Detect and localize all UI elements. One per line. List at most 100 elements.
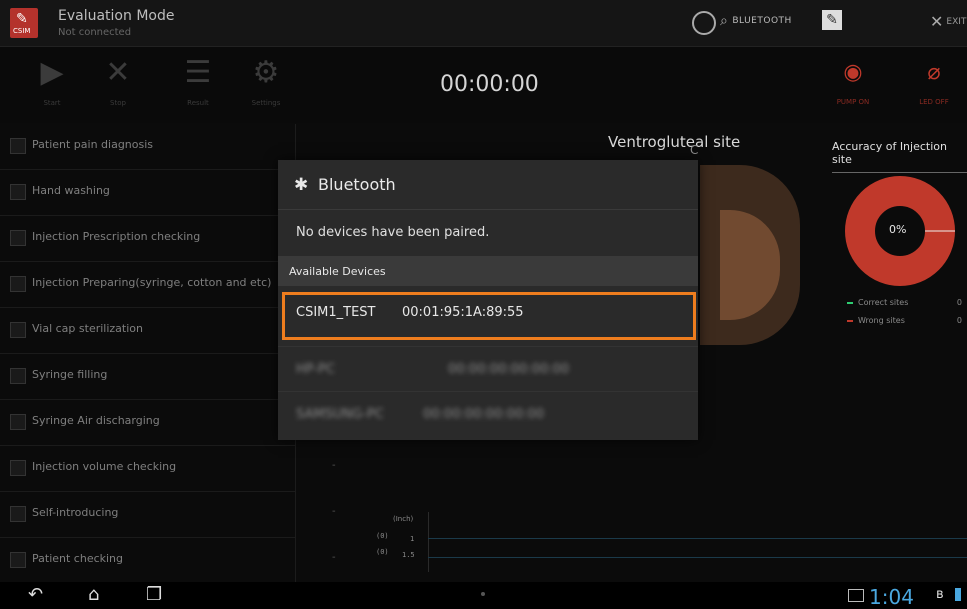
graph-row-right: 1.5 bbox=[402, 551, 415, 559]
device-address: 00:00:00:00:00:00 bbox=[448, 362, 570, 377]
checklist-row[interactable]: Patient checking - bbox=[0, 538, 336, 584]
close-icon: ✕ bbox=[930, 12, 944, 31]
connection-indicator-icon bbox=[692, 11, 716, 35]
led-off-button[interactable]: ⌀ LED OFF bbox=[909, 58, 959, 106]
legend-label: Wrong sites bbox=[858, 316, 905, 325]
gear-icon: ⚙ bbox=[252, 55, 280, 90]
connection-status: Not connected bbox=[58, 27, 132, 38]
checklist-label: Injection Preparing(syringe, cotton and … bbox=[32, 276, 272, 289]
graph-row-left: (0) bbox=[376, 532, 389, 540]
checkbox[interactable] bbox=[10, 276, 26, 292]
checkbox[interactable] bbox=[10, 322, 26, 338]
logo-text: CSIM bbox=[13, 27, 31, 35]
accuracy-title: Accuracy of Injection site bbox=[832, 140, 967, 173]
legend-value: 0 bbox=[956, 298, 962, 307]
list-icon: ☰ bbox=[184, 55, 212, 90]
stop-button[interactable]: ✕ Stop bbox=[88, 55, 148, 107]
checklist-row[interactable]: Syringe Air discharging bbox=[0, 400, 295, 446]
led-off-icon: ⌀ bbox=[927, 60, 941, 85]
correct-swatch bbox=[847, 301, 853, 304]
graph-unit: (Inch) bbox=[393, 515, 414, 523]
checkbox[interactable] bbox=[10, 138, 26, 154]
no-devices-message: No devices have been paired. bbox=[296, 225, 490, 240]
gallery-icon[interactable] bbox=[848, 589, 864, 602]
site-title: Ventrogluteal site bbox=[608, 133, 741, 151]
checklist-value: - bbox=[332, 552, 336, 563]
bluetooth-button-label: BLUETOOTH bbox=[732, 16, 792, 26]
bluetooth-button[interactable]: ⌕ BLUETOOTH bbox=[720, 13, 792, 29]
checklist-label: Patient pain diagnosis bbox=[32, 138, 154, 151]
checklist-label: Hand washing bbox=[32, 184, 110, 197]
checkbox[interactable] bbox=[10, 184, 26, 200]
checklist-label: Patient checking bbox=[32, 552, 124, 565]
pump-on-button[interactable]: ◉ PUMP ON bbox=[828, 58, 878, 106]
graph-line bbox=[428, 538, 967, 539]
battery-icon bbox=[955, 588, 961, 601]
stop-icon: ✕ bbox=[105, 55, 131, 90]
available-devices-header: Available Devices bbox=[278, 256, 698, 286]
start-button[interactable]: ▶ Start bbox=[22, 55, 82, 107]
available-devices-label: Available Devices bbox=[289, 265, 386, 278]
graph-axis bbox=[428, 512, 429, 572]
checkbox[interactable] bbox=[10, 552, 26, 568]
menu-dot-icon[interactable] bbox=[481, 592, 485, 596]
exit-button-label: EXIT bbox=[946, 16, 967, 27]
back-icon[interactable]: ↶ bbox=[28, 584, 43, 605]
legend-value: 0 bbox=[956, 316, 962, 325]
pump-icon: ◉ bbox=[843, 60, 863, 85]
checkbox[interactable] bbox=[10, 414, 26, 430]
graph-row-right: 1 bbox=[410, 535, 415, 543]
legend-wrong: Wrong sites 0 bbox=[847, 316, 962, 325]
checklist-row[interactable]: Syringe filling bbox=[0, 354, 295, 400]
device-name: HP-PC bbox=[296, 362, 335, 377]
home-icon[interactable]: ⌂ bbox=[88, 584, 99, 605]
checklist-row[interactable]: Injection volume checking - bbox=[0, 446, 336, 492]
led-label: LED OFF bbox=[919, 98, 949, 106]
bluetooth-status-icon: ʙ bbox=[936, 587, 944, 602]
checkbox[interactable] bbox=[10, 460, 26, 476]
checklist-label: Syringe Air discharging bbox=[32, 414, 160, 427]
checklist-row[interactable]: Injection Preparing(syringe, cotton and … bbox=[0, 262, 295, 308]
graph-line bbox=[428, 557, 967, 558]
tool-label: Stop bbox=[110, 99, 126, 107]
checklist-row[interactable]: Hand washing bbox=[0, 170, 295, 216]
checklist-row[interactable]: Vial cap sterilization bbox=[0, 308, 295, 354]
checkbox[interactable] bbox=[10, 506, 26, 522]
checklist-label: Injection volume checking bbox=[32, 460, 177, 473]
pump-label: PUMP ON bbox=[836, 98, 870, 106]
checklist-row[interactable]: Injection Prescription checking bbox=[0, 216, 295, 262]
checklist-value: - bbox=[332, 460, 336, 471]
legend-label: Correct sites bbox=[858, 298, 909, 307]
accuracy-percent: 0% bbox=[889, 223, 907, 236]
timer: 00:00:00 bbox=[440, 72, 539, 97]
checkbox[interactable] bbox=[10, 368, 26, 384]
tool-label: Settings bbox=[251, 99, 281, 107]
status-clock: 1:04 bbox=[869, 585, 914, 609]
dialog-close-icon[interactable]: C bbox=[690, 143, 698, 157]
app-logo: ✎ CSIM bbox=[10, 8, 38, 38]
settings-button[interactable]: ⚙ Settings bbox=[236, 55, 296, 107]
device-address: 00:00:00:00:00:00 bbox=[423, 407, 545, 422]
exit-button[interactable]: ✕ EXIT bbox=[930, 12, 966, 31]
checklist-label: Syringe filling bbox=[32, 368, 108, 381]
dialog-header: ✱ Bluetooth bbox=[278, 160, 698, 210]
search-icon: ⌕ bbox=[720, 13, 729, 29]
bluetooth-icon: ✱ bbox=[294, 175, 309, 195]
checkbox[interactable] bbox=[10, 230, 26, 246]
mode-title: Evaluation Mode bbox=[58, 8, 175, 24]
result-button[interactable]: ☰ Result bbox=[168, 55, 228, 107]
device-name: SAMSUNG-PC bbox=[296, 407, 384, 422]
checklist-row[interactable]: Patient pain diagnosis bbox=[0, 124, 295, 170]
tool-label: Result bbox=[187, 99, 209, 107]
syringe-icon: ✎ bbox=[16, 11, 28, 27]
device-item[interactable]: SAMSUNG-PC 00:00:00:00:00:00 bbox=[278, 391, 698, 438]
checklist-label: Injection Prescription checking bbox=[32, 230, 201, 243]
tool-label: Start bbox=[43, 99, 61, 107]
edit-icon[interactable]: ✎ bbox=[822, 10, 842, 30]
device-item[interactable]: HP-PC 00:00:00:00:00:00 bbox=[278, 346, 698, 393]
checklist-label: Self-introducing bbox=[32, 506, 119, 519]
checklist-label: Vial cap sterilization bbox=[32, 322, 143, 335]
recent-apps-icon[interactable]: ❐ bbox=[146, 584, 162, 605]
wrong-swatch bbox=[847, 319, 853, 322]
checklist-row[interactable]: Self-introducing - bbox=[0, 492, 336, 538]
